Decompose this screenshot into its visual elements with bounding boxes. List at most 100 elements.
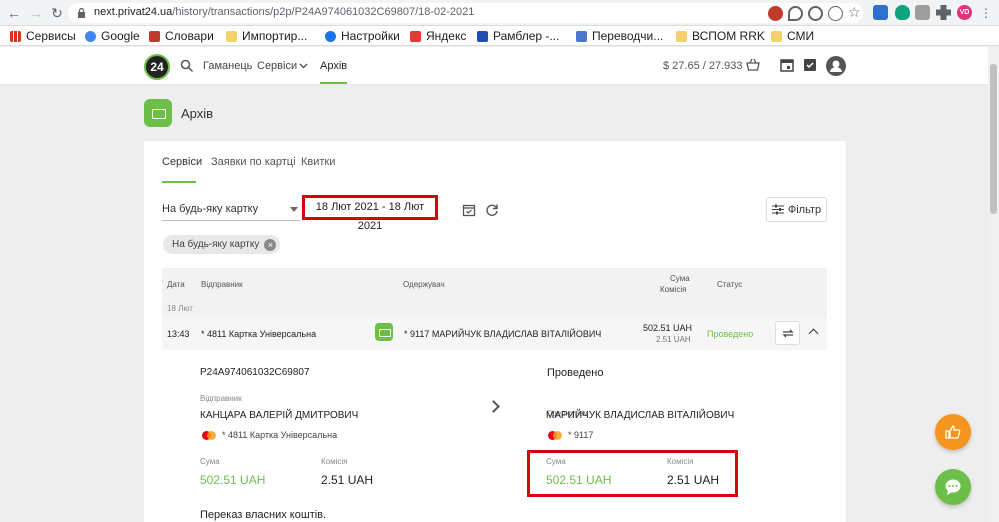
folder-icon (226, 30, 237, 42)
sender-commission: 2.51 UAH (321, 473, 374, 487)
row-status: Проведено (707, 329, 754, 339)
column-status: Статус (717, 280, 743, 289)
column-sender: Відправник (201, 280, 243, 289)
folder-icon (676, 30, 687, 42)
user-avatar[interactable] (826, 56, 846, 76)
row-commission: 2.51 UAH (656, 335, 691, 344)
back-arrow-icon[interactable]: ← (6, 5, 22, 21)
bookmarks-bar: Сервисы Google Словари Импортир... Настр… (0, 26, 999, 46)
search-icon[interactable] (180, 59, 194, 73)
sliders-icon (771, 204, 784, 215)
commission-label: Комісія (321, 457, 348, 466)
chat-bubble-icon (945, 479, 961, 495)
row-receiver: * 9117 МАРИЙЧУК ВЛАДИСЛАВ ВІТАЛІЙОВИЧ (404, 329, 602, 339)
receiver-card: * 9117 (568, 430, 594, 440)
feedback-like-button[interactable] (935, 414, 971, 450)
mastercard-icon (202, 431, 216, 440)
basket-icon[interactable] (746, 58, 760, 72)
table-row[interactable]: 13:43 * 4811 Картка Універсальна * 9117 … (162, 317, 827, 350)
calendar-check-icon[interactable] (462, 203, 476, 217)
mastercard-icon (548, 431, 562, 440)
sender-label: Відправник (200, 394, 242, 403)
app-header: 24 Гаманець Сервіси Архів $ 27.65 / 27.9… (0, 47, 999, 85)
profile-avatar[interactable]: VD (957, 5, 972, 20)
row-sender: * 4811 Картка Універсальна (201, 329, 317, 339)
card-select[interactable]: На будь-яку картку (162, 203, 300, 219)
bookmark-item[interactable]: Импортир... (226, 29, 307, 43)
bookmark-item[interactable]: Словари (149, 29, 214, 43)
refresh-icon[interactable] (485, 203, 499, 217)
folder-icon (771, 30, 782, 42)
bookmark-item[interactable]: СМИ (771, 29, 814, 43)
menu-kebab-icon[interactable]: ⋮ (978, 5, 994, 21)
amount-highlight-box (527, 450, 738, 497)
gear-icon (325, 30, 336, 42)
caret-down-icon (290, 207, 298, 212)
filter-button[interactable]: Фільтр (766, 197, 827, 222)
column-date: Дата (167, 280, 185, 289)
date-range-field[interactable]: 18 Лют 2021 - 18 Лют 2021 (302, 195, 438, 232)
browser-toolbar: ← → ↻ next.privat24.ua/history/transacti… (0, 0, 999, 26)
nav-archive[interactable]: Архів (320, 60, 347, 72)
bookmark-item[interactable]: Настройки (325, 29, 400, 43)
receiver-name: МАРИЙЧУК ВЛАДИСЛАВ ВІТАЛІЙОВИЧ (546, 410, 735, 421)
rambler-icon (477, 30, 488, 42)
chat-button[interactable] (935, 469, 971, 505)
url-text: next.privat24.ua/history/transactions/p2… (94, 6, 475, 18)
column-amount: Сума (670, 274, 690, 283)
bookmark-item[interactable]: Переводчи... (576, 29, 663, 43)
inbox-check-icon[interactable] (803, 58, 817, 72)
details-status: Проведено (547, 367, 604, 379)
bookmark-item[interactable]: Рамблер -... (477, 29, 559, 43)
transfer-icon (375, 323, 393, 341)
reload-icon[interactable]: ↻ (49, 5, 65, 21)
site-info-icon[interactable] (768, 6, 783, 21)
row-time: 13:43 (167, 329, 190, 339)
tab-tickets[interactable]: Квитки (301, 156, 335, 168)
privat24-logo[interactable]: 24 (144, 54, 170, 80)
key-icon[interactable] (788, 6, 803, 21)
thumbs-up-icon (945, 425, 961, 439)
forward-arrow-icon[interactable]: → (28, 5, 44, 21)
active-tab-indicator (162, 181, 196, 183)
select-underline (162, 220, 300, 221)
extension-image-icon[interactable] (915, 5, 930, 20)
bookmark-item[interactable]: Сервисы (10, 29, 76, 43)
zoom-icon[interactable] (828, 6, 843, 21)
chevron-down-icon (299, 63, 308, 69)
bookmark-item[interactable]: ВСПОМ RRK (676, 29, 765, 43)
page-title: Архів (181, 106, 214, 121)
filter-chip: На будь-яку картку × (163, 235, 281, 254)
extensions-puzzle-icon[interactable] (936, 5, 951, 20)
apps-grid-icon (10, 30, 21, 42)
scrollbar-thumb[interactable] (990, 64, 997, 214)
amount-label: Сума (200, 457, 220, 466)
repeat-transfer-button[interactable] (775, 321, 800, 345)
currency-rate: $ 27.65 / 27.933 (663, 60, 743, 72)
nav-services[interactable]: Сервіси (257, 60, 297, 72)
tab-services[interactable]: Сервіси (162, 156, 202, 168)
lock-icon (78, 8, 85, 18)
star-icon[interactable]: ☆ (848, 5, 863, 20)
table-header: Дата Відправник Одержувач Сума Комісія С… (162, 268, 827, 317)
google-icon (85, 30, 96, 42)
extension-shield-icon[interactable] (895, 5, 910, 20)
tab-card-requests[interactable]: Заявки по картці (211, 156, 296, 168)
sender-card: * 4811 Картка Універсальна (222, 430, 338, 440)
sender-name: КАНЦАРА ВАЛЕРІЙ ДМИТРОВИЧ (200, 410, 359, 421)
bookmark-item[interactable]: Яндекс (410, 29, 466, 43)
row-amount: 502.51 UAH (643, 323, 693, 333)
search-icon[interactable] (808, 6, 823, 21)
sender-amount: 502.51 UAH (200, 473, 266, 487)
payment-purpose: Переказ власних коштів. (200, 509, 327, 521)
extension-translate-icon[interactable] (873, 5, 888, 20)
address-bar[interactable]: next.privat24.ua/history/transactions/p2… (68, 3, 863, 23)
calendar-icon[interactable] (780, 58, 794, 72)
yandex-icon (410, 30, 421, 42)
repeat-icon (782, 329, 794, 338)
archive-card-icon (144, 99, 172, 127)
close-icon[interactable]: × (264, 238, 277, 251)
bookmark-item[interactable]: Google (85, 29, 140, 43)
transaction-reference: P24A974061032C69807 (200, 367, 310, 378)
nav-wallet[interactable]: Гаманець (203, 60, 252, 72)
